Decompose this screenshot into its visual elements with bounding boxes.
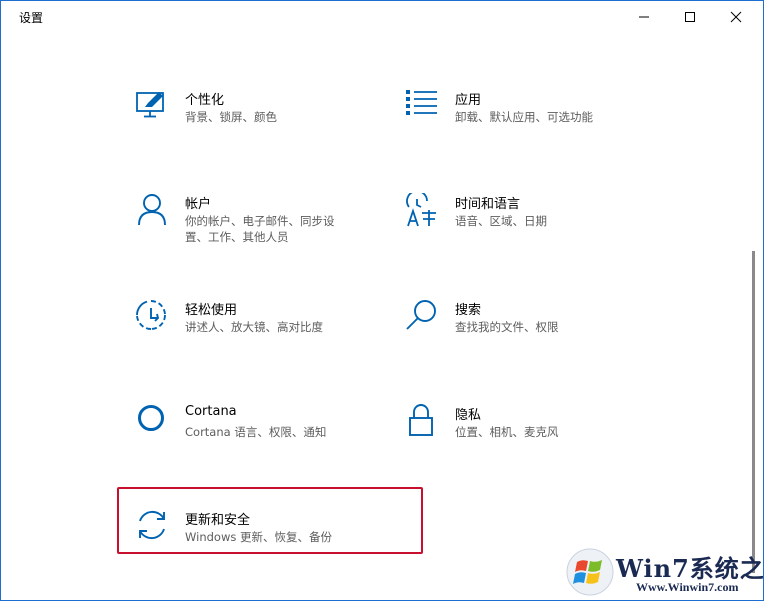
search-icon (405, 299, 439, 337)
cortana-icon (135, 404, 169, 442)
lock-icon (405, 404, 439, 442)
tile-label: 搜索 (455, 303, 482, 318)
windows-logo-icon (566, 548, 614, 596)
tile-label: 应用 (455, 93, 482, 108)
minimize-button[interactable] (621, 1, 667, 33)
personalization-icon (135, 89, 169, 127)
minimize-icon (639, 16, 649, 18)
settings-window: 设置 个性化 背景、锁屏、颜色 应用 卸载、默认应用、可选功能 帐户 你的帐户、… (0, 0, 764, 601)
watermark-title: Win7系统之家 (616, 554, 764, 583)
maximize-icon (685, 12, 695, 22)
window-title: 设置 (19, 11, 44, 25)
apps-icon (405, 89, 439, 127)
tile-label: 隐私 (455, 408, 482, 423)
tile-description: 位置、相机、麦克风 (455, 425, 559, 439)
watermark-url: Www.Winwin7.com (636, 580, 739, 594)
tile-label: 个性化 (185, 93, 225, 108)
tile-label: 帐户 (185, 197, 212, 212)
highlight-annotation (117, 487, 423, 554)
close-button[interactable] (713, 1, 759, 33)
title-bar: 设置 (1, 1, 763, 33)
tile-description: 你的帐户、电子邮件、同步设置、工作、其他人员 (185, 214, 335, 244)
tile-description: Cortana 语言、权限、通知 (185, 425, 327, 439)
tile-label: 时间和语言 (455, 197, 521, 212)
tile-description: 讲述人、放大镜、高对比度 (185, 320, 323, 334)
time-language-icon (405, 193, 439, 231)
tile-description: 语音、区域、日期 (455, 214, 547, 228)
tile-description: 背景、锁屏、颜色 (185, 110, 277, 124)
vertical-scrollbar[interactable] (752, 251, 755, 573)
close-icon (730, 11, 742, 23)
tile-label: 轻松使用 (185, 303, 238, 318)
watermark: Win7系统之家 Www.Winwin7.com (566, 545, 764, 600)
maximize-button[interactable] (667, 1, 713, 33)
tile-label: Cortana (185, 404, 237, 419)
tile-description: 卸载、默认应用、可选功能 (455, 110, 593, 124)
accounts-icon (135, 193, 169, 231)
tile-description: 查找我的文件、权限 (455, 320, 559, 334)
ease-of-access-icon (135, 299, 169, 337)
